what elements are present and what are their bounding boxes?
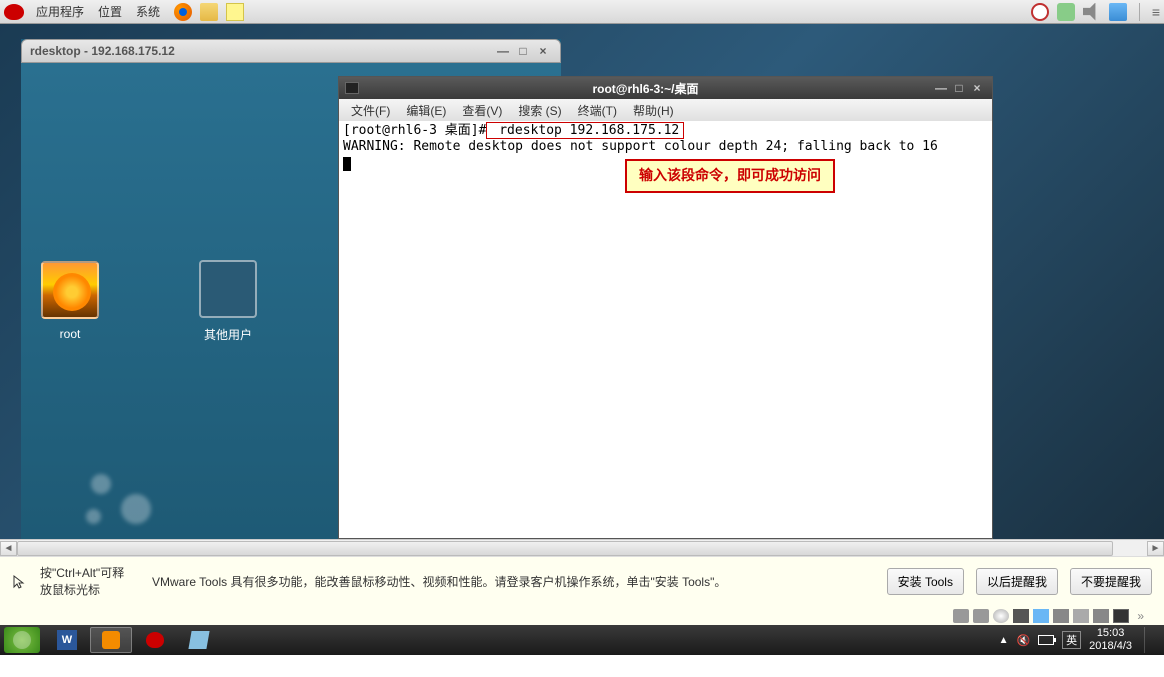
applications-menu[interactable]: 应用程序 (30, 1, 90, 22)
menu-search[interactable]: 搜索 (S) (510, 100, 569, 121)
rdesktop-title: rdesktop - 192.168.175.12 (30, 44, 492, 58)
disk-icon-2[interactable] (973, 609, 989, 623)
show-desktop-button[interactable] (1144, 627, 1154, 653)
system-menu[interactable]: 系统 (130, 1, 166, 22)
scroll-left-button[interactable]: ◄ (0, 541, 17, 556)
vmware-tools-message: VMware Tools 具有很多功能，能改善鼠标移动性、视频和性能。请登录客户… (152, 573, 875, 590)
maximize-button[interactable]: □ (514, 43, 532, 59)
start-orb-icon (13, 631, 31, 649)
vmware-chevron-icon[interactable]: » (1137, 609, 1144, 623)
terminal-content[interactable]: [root@rhl6-3 桌面]# rdesktop 192.168.175.1… (339, 121, 992, 538)
menu-terminal[interactable]: 终端(T) (570, 100, 625, 121)
menu-help[interactable]: 帮助(H) (625, 100, 682, 121)
terminal-window: root@rhl6-3:~/桌面 — □ × 文件(F) 编辑(E) 查看(V)… (338, 76, 993, 539)
release-cursor-hint: 按"Ctrl+Alt"可释 放鼠标光标 (40, 565, 140, 599)
places-menu[interactable]: 位置 (92, 1, 128, 22)
terminal-titlebar[interactable]: root@rhl6-3:~/桌面 — □ × (339, 77, 992, 99)
terminal-maximize-button[interactable]: □ (950, 80, 968, 96)
update-icon[interactable] (1031, 3, 1049, 21)
virtual-machine-desktop: 应用程序 位置 系统 ≡ rdesktop - 192.168.175.12 —… (0, 0, 1164, 539)
install-tools-button[interactable]: 安装 Tools (887, 568, 964, 595)
command-highlight: rdesktop 192.168.175.12 (486, 122, 684, 139)
decorative-bubbles (81, 474, 181, 534)
word-icon: W (57, 630, 77, 650)
user-label-root: root (60, 327, 81, 341)
display-icon[interactable] (1113, 609, 1129, 623)
annotation-callout: 输入该段命令，即可成功访问 (625, 159, 835, 193)
floppy-icon[interactable] (1013, 609, 1029, 623)
sound-card-icon[interactable] (1093, 609, 1109, 623)
terminal-cursor (343, 157, 351, 171)
cd-icon[interactable] (993, 609, 1009, 623)
net-adapter-icon[interactable] (1033, 609, 1049, 623)
printer-icon[interactable] (1073, 609, 1089, 623)
taskbar-clock[interactable]: 15:03 2018/4/3 (1089, 627, 1132, 652)
menu-file[interactable]: 文件(F) (343, 100, 398, 121)
user-avatar-root (41, 261, 99, 319)
terminal-line-2: WARNING: Remote desktop does not support… (343, 139, 988, 155)
start-button[interactable] (4, 627, 40, 653)
cursor-icon (12, 574, 28, 590)
packagekit-icon[interactable] (1057, 3, 1075, 21)
vmware-workstation-icon (102, 631, 120, 649)
usb-icon[interactable] (1053, 609, 1069, 623)
terminal-close-button[interactable]: × (968, 80, 986, 96)
gnome-top-panel: 应用程序 位置 系统 ≡ (0, 0, 1164, 24)
ime-indicator[interactable]: 英 (1062, 631, 1081, 649)
minimize-button[interactable]: — (494, 43, 512, 59)
menu-edit[interactable]: 编辑(E) (398, 100, 454, 121)
remind-later-button[interactable]: 以后提醒我 (976, 568, 1058, 595)
redhat-icon (4, 4, 24, 20)
disk-icon[interactable] (953, 609, 969, 623)
scroll-right-button[interactable]: ► (1147, 541, 1164, 556)
vmware-hint-bar: 按"Ctrl+Alt"可释 放鼠标光标 VMware Tools 具有很多功能，… (0, 556, 1164, 606)
user-label-other: 其他用户 (204, 326, 252, 343)
desktop-content: rdesktop - 192.168.175.12 — □ × root 其他用… (0, 24, 1164, 539)
network-manager-icon[interactable] (1109, 3, 1127, 21)
terminal-minimize-button[interactable]: — (932, 80, 950, 96)
scroll-thumb[interactable] (17, 541, 1113, 556)
taskbar-notepad[interactable] (178, 627, 220, 653)
nautilus-icon[interactable] (200, 3, 218, 21)
terminal-title: root@rhl6-3:~/桌面 (359, 80, 932, 97)
terminal-menubar: 文件(F) 编辑(E) 查看(V) 搜索 (S) 终端(T) 帮助(H) (339, 99, 992, 121)
redhat-taskbar-icon (146, 632, 164, 648)
user-tile-other[interactable]: 其他用户 (199, 260, 257, 343)
panel-separator (1139, 3, 1140, 21)
user-tile-root[interactable]: root (41, 261, 99, 341)
user-avatar-other (199, 260, 257, 318)
vmware-status-icons: » (0, 606, 1164, 625)
volume-mute-icon[interactable]: 🔇 (1016, 634, 1030, 647)
notepad-icon (188, 631, 209, 649)
terminal-line-1: [root@rhl6-3 桌面]# rdesktop 192.168.175.1… (343, 123, 988, 139)
windows-taskbar: W ▲ 🔇 英 15:03 2018/4/3 (0, 625, 1164, 655)
close-button[interactable]: × (534, 43, 552, 59)
taskbar-redhat[interactable] (134, 627, 176, 653)
terminal-app-icon (345, 82, 359, 94)
panel-menu-icon[interactable]: ≡ (1152, 4, 1160, 20)
dont-remind-button[interactable]: 不要提醒我 (1070, 568, 1152, 595)
horizontal-scrollbar[interactable]: ◄ ► (0, 539, 1164, 556)
taskbar-vmware[interactable] (90, 627, 132, 653)
notes-icon[interactable] (226, 3, 244, 21)
battery-icon[interactable] (1038, 635, 1054, 645)
menu-view[interactable]: 查看(V) (454, 100, 510, 121)
taskbar-word[interactable]: W (46, 627, 88, 653)
rdesktop-titlebar[interactable]: rdesktop - 192.168.175.12 — □ × (21, 39, 561, 63)
firefox-icon[interactable] (174, 3, 192, 21)
tray-expand-icon[interactable]: ▲ (999, 635, 1009, 646)
scroll-track[interactable] (17, 541, 1147, 556)
volume-icon[interactable] (1083, 3, 1101, 21)
